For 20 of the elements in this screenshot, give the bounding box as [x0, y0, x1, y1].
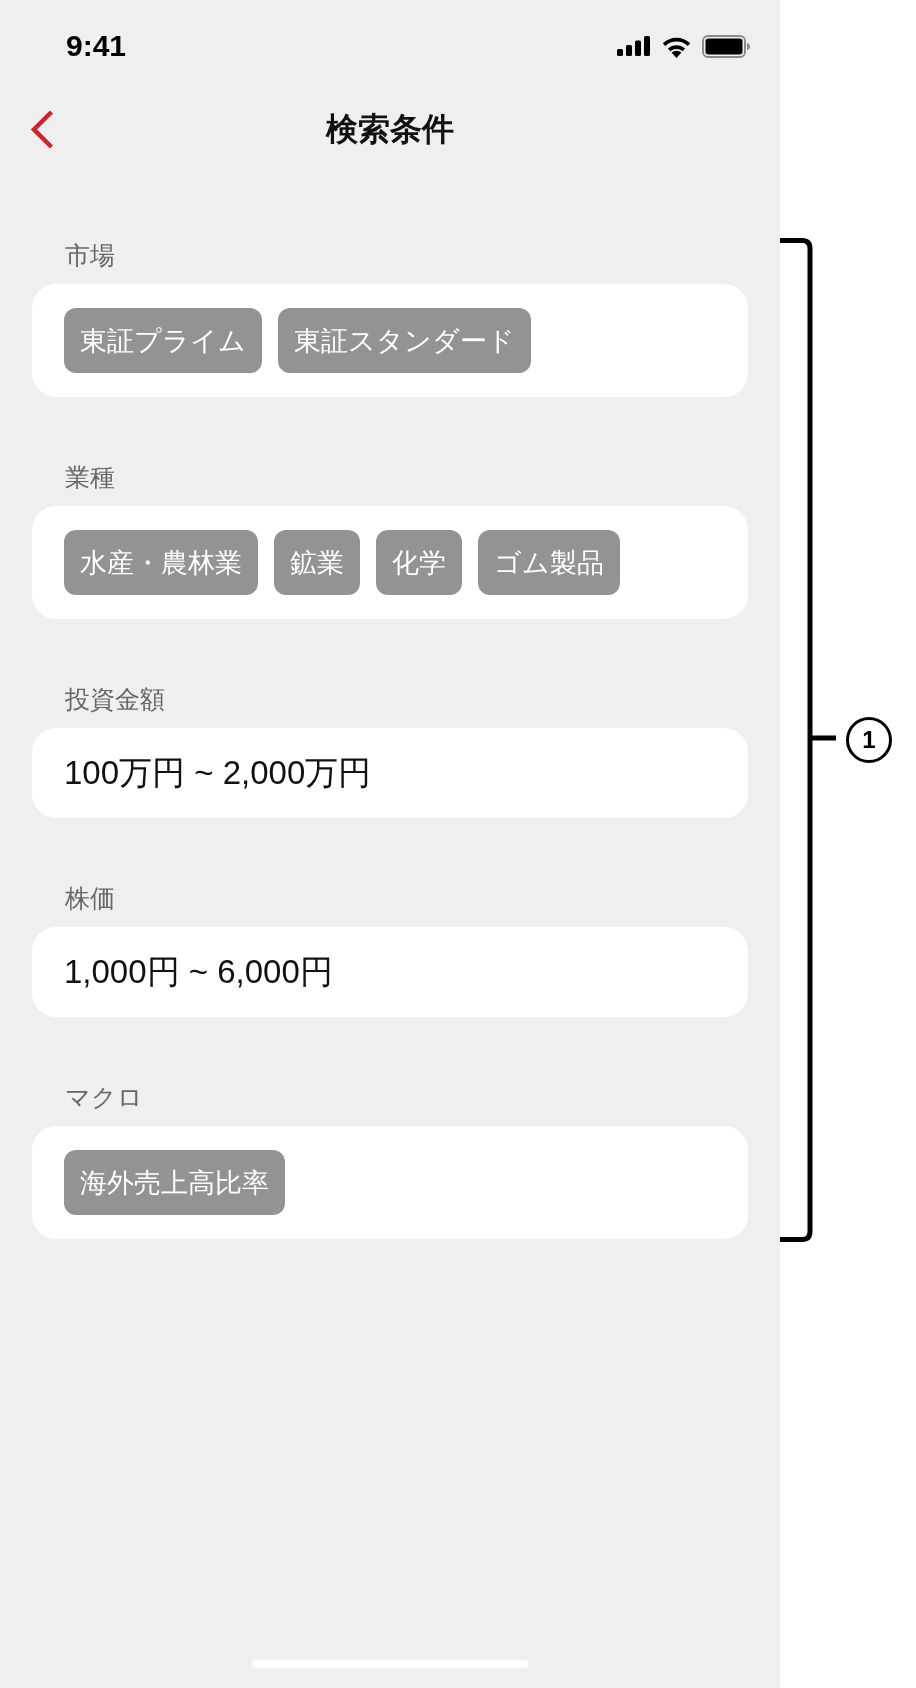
section-label: マクロ — [65, 1082, 143, 1113]
back-icon[interactable] — [31, 109, 54, 149]
section-label: 市場 — [65, 240, 115, 271]
condition-tag: 海外売上高比率 — [64, 1150, 285, 1215]
signal-icon — [617, 36, 651, 56]
condition-tag: 東証プライム — [64, 308, 262, 373]
battery-icon — [702, 34, 750, 58]
section-label: 株価 — [65, 883, 115, 914]
condition-tag: 化学 — [376, 530, 462, 595]
range-value: 100万円 ~ 2,000万円 — [64, 752, 372, 793]
section-label: 業種 — [65, 462, 115, 493]
condition-tag: 水産・農林業 — [64, 530, 258, 595]
status-time: 9:41 — [66, 31, 127, 61]
condition-tag: ゴム製品 — [478, 530, 620, 595]
condition-tag: 鉱業 — [274, 530, 360, 595]
condition-tag: 東証スタンダード — [278, 308, 531, 373]
screen-title: 検索条件 — [326, 109, 454, 149]
section-label: 投資金額 — [65, 684, 165, 715]
range-value: 1,000円 ~ 6,000円 — [64, 951, 333, 992]
callout-number: 1 — [846, 717, 892, 763]
